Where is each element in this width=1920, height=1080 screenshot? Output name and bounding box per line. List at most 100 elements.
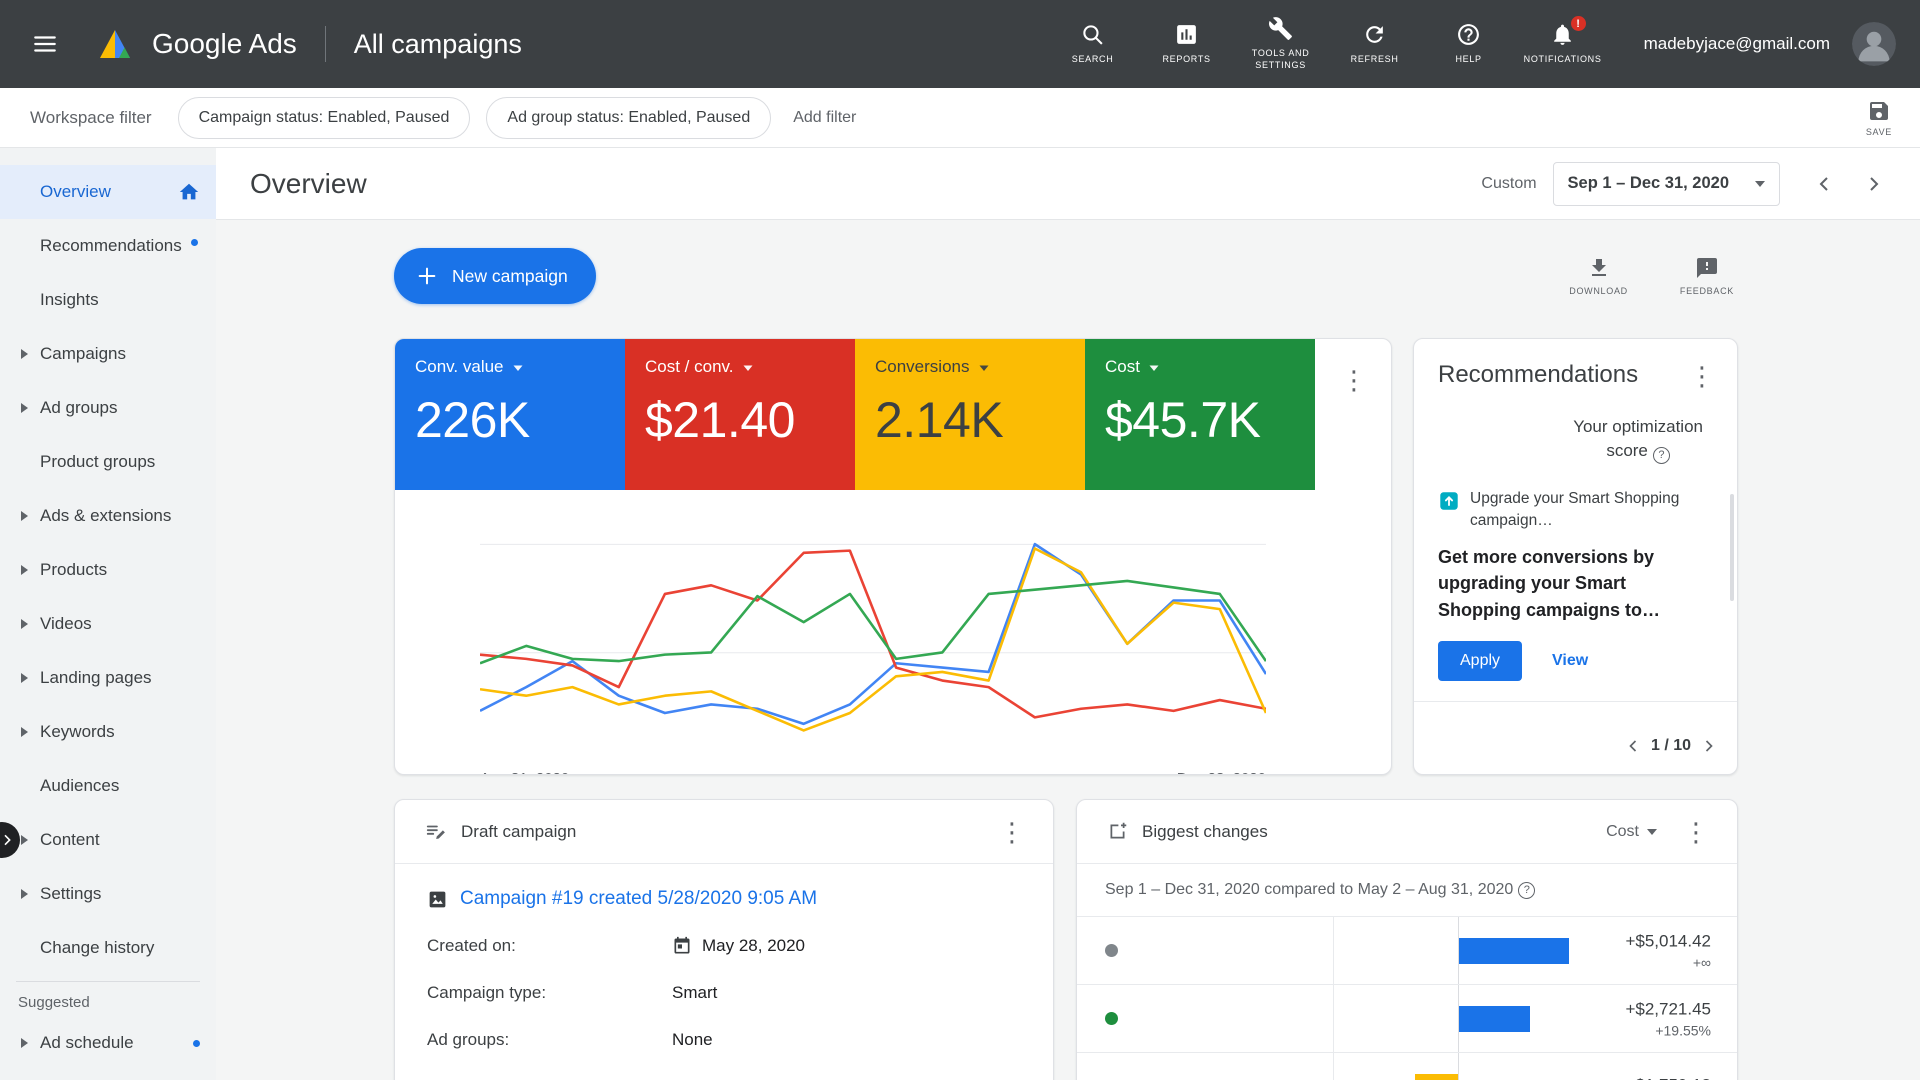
- download-button[interactable]: DOWNLOAD: [1569, 256, 1628, 296]
- status-dot: [1105, 1012, 1118, 1025]
- feedback-button[interactable]: FEEDBACK: [1680, 256, 1734, 296]
- product-name: Google Ads: [152, 28, 297, 60]
- notifications-button[interactable]: ! NOTIFICATIONS: [1516, 22, 1610, 66]
- recommendations-title: Recommendations: [1438, 361, 1638, 389]
- recommendations-card: Recommendations ⋮ Your optimization scor…: [1413, 338, 1738, 775]
- metric-tile-conv-value[interactable]: Conv. value 226K: [395, 339, 625, 490]
- sidebar-item-settings[interactable]: Settings: [0, 867, 216, 921]
- suggested-label: Suggested: [18, 994, 90, 1011]
- view-link[interactable]: View: [1552, 652, 1588, 670]
- metric-tile-conversions[interactable]: Conversions 2.14K: [855, 339, 1085, 490]
- avatar[interactable]: [1852, 22, 1896, 66]
- add-chart-icon: [1107, 821, 1128, 842]
- help-circle-icon[interactable]: ?: [1518, 882, 1535, 899]
- more-options-icon[interactable]: ⋮: [993, 817, 1031, 847]
- reports-button[interactable]: REPORTS: [1140, 22, 1234, 66]
- pagination-label: 1 / 10: [1651, 737, 1691, 755]
- search-button[interactable]: SEARCH: [1046, 22, 1140, 66]
- sidebar-item-videos[interactable]: Videos: [0, 597, 216, 651]
- chevron-down-icon[interactable]: [1149, 365, 1158, 375]
- page-title: Overview: [250, 168, 367, 200]
- sidebar-item-ad-groups[interactable]: Ad groups: [0, 381, 216, 435]
- new-campaign-button[interactable]: New campaign: [394, 248, 596, 304]
- more-options-icon[interactable]: ⋮: [1335, 365, 1373, 395]
- row-expand-chevron-icon[interactable]: ›: [1353, 1075, 1360, 1080]
- divider: [1414, 701, 1737, 702]
- add-filter-button[interactable]: Add filter: [793, 109, 856, 127]
- recommendation-item: Upgrade your Smart Shopping campaign… Ge…: [1414, 488, 1737, 623]
- sidebar-item-insights[interactable]: Insights: [0, 273, 216, 327]
- next-period-button[interactable]: [1856, 166, 1892, 202]
- table-row[interactable]: › -$1,759.18: [1077, 1053, 1737, 1080]
- change-bar: [1459, 1006, 1530, 1032]
- changes-metric-selector[interactable]: Cost: [1606, 823, 1657, 841]
- chevron-down-icon[interactable]: [513, 365, 522, 375]
- metric-label: Conv. value: [415, 357, 504, 377]
- campaign-status-filter-chip[interactable]: Campaign status: Enabled, Paused: [178, 97, 471, 139]
- sidebar-item-label: Products: [40, 560, 107, 580]
- chevron-down-icon[interactable]: [979, 365, 988, 375]
- metric-label: Conversions: [875, 357, 970, 377]
- sidebar-item-recommendations[interactable]: Recommendations: [0, 219, 216, 273]
- expand-arrow-icon: [21, 511, 28, 521]
- sidebar-item-audiences[interactable]: Audiences: [0, 759, 216, 813]
- workspace-filter-label: Workspace filter: [30, 108, 152, 128]
- page-header: Overview Custom Sep 1 – Dec 31, 2020: [216, 148, 1920, 220]
- expand-arrow-icon: [21, 889, 28, 899]
- more-options-icon[interactable]: ⋮: [1677, 817, 1715, 847]
- chevron-down-icon: [1647, 829, 1657, 840]
- more-options-icon[interactable]: ⋮: [1683, 361, 1721, 391]
- change-percent: +∞: [1625, 954, 1711, 970]
- draft-campaign-link[interactable]: Campaign #19 created 5/28/2020 9:05 AM: [427, 888, 1021, 910]
- metric-tile-cost-per-conv[interactable]: Cost / conv. $21.40: [625, 339, 855, 490]
- chevron-right-icon[interactable]: [1699, 736, 1719, 756]
- suggested-section: Suggested: [16, 981, 200, 1016]
- apply-button[interactable]: Apply: [1438, 641, 1522, 681]
- table-row[interactable]: +$5,014.42 +∞: [1077, 917, 1737, 985]
- chevron-left-icon[interactable]: [1623, 736, 1643, 756]
- sidebar-item-ad-schedule[interactable]: Ad schedule: [0, 1016, 216, 1070]
- account-email[interactable]: madebyjace@gmail.com: [1644, 34, 1830, 54]
- sidebar-item-content[interactable]: Content: [0, 813, 216, 867]
- recommendation-kicker[interactable]: Upgrade your Smart Shopping campaign…: [1438, 488, 1713, 531]
- table-row[interactable]: +$2,721.45 +19.55%: [1077, 985, 1737, 1053]
- expand-arrow-icon: [21, 1038, 28, 1048]
- refresh-button[interactable]: REFRESH: [1328, 22, 1422, 66]
- ad-group-status-filter-chip[interactable]: Ad group status: Enabled, Paused: [486, 97, 771, 139]
- sidebar-item-label: Ads & extensions: [40, 506, 171, 526]
- metric-tile-cost[interactable]: Cost $45.7K: [1085, 339, 1315, 490]
- current-section: All campaigns: [354, 29, 522, 60]
- status-dot: [1105, 944, 1118, 957]
- divider: [325, 26, 326, 62]
- biggest-changes-table: +$5,014.42 +∞ +$2,721.45 +19.55%: [1077, 917, 1737, 1080]
- sidebar-item-landing-pages[interactable]: Landing pages: [0, 651, 216, 705]
- sidebar-item-products[interactable]: Products: [0, 543, 216, 597]
- sidebar-item-change-history[interactable]: Change history: [0, 921, 216, 975]
- sidebar-item-product-groups[interactable]: Product groups: [0, 435, 216, 489]
- sidebar-item-ads-extensions[interactable]: Ads & extensions: [0, 489, 216, 543]
- help-circle-icon[interactable]: ?: [1653, 447, 1670, 464]
- previous-period-button[interactable]: [1806, 166, 1842, 202]
- change-value: +$2,721.45: [1625, 999, 1711, 1018]
- calendar-icon: [672, 936, 692, 956]
- new-indicator-dot: [193, 1040, 200, 1047]
- help-button[interactable]: HELP: [1422, 22, 1516, 66]
- change-value: -$1,759.18: [1630, 1075, 1711, 1080]
- menu-icon[interactable]: [26, 25, 64, 63]
- sidebar-item-campaigns[interactable]: Campaigns: [0, 327, 216, 381]
- scrollbar-thumb[interactable]: [1730, 494, 1734, 601]
- x-axis-end-label: Dec 28, 2020: [1177, 770, 1266, 775]
- performance-trend-chart: Aug 31, 2020 Dec 28, 2020: [395, 490, 1391, 775]
- field-ad-groups: Ad groups: None: [427, 1030, 1021, 1050]
- sidebar-item-label: Content: [40, 830, 100, 850]
- save-button[interactable]: SAVE: [1866, 99, 1892, 137]
- workspace-filter-bar: Workspace filter Campaign status: Enable…: [0, 88, 1920, 148]
- sidebar-item-overview[interactable]: Overview: [0, 165, 216, 219]
- sidebar-item-label: Recommendations: [40, 236, 182, 256]
- tools-settings-button[interactable]: TOOLS AND SETTINGS: [1234, 16, 1328, 71]
- date-range-selector[interactable]: Sep 1 – Dec 31, 2020: [1553, 162, 1780, 206]
- chevron-down-icon[interactable]: [743, 365, 752, 375]
- card-title: Draft campaign: [461, 822, 576, 842]
- sidebar-item-keywords[interactable]: Keywords: [0, 705, 216, 759]
- sidebar-item-label: Product groups: [40, 452, 155, 472]
